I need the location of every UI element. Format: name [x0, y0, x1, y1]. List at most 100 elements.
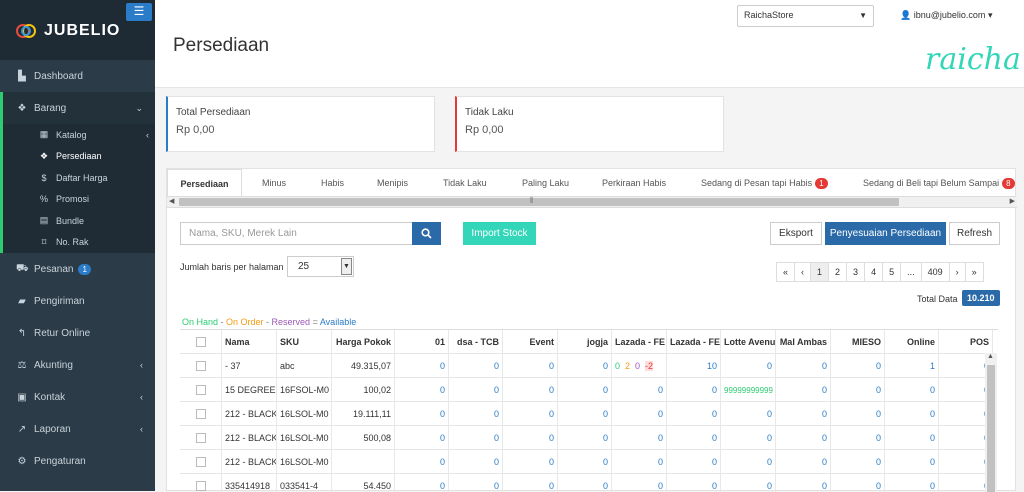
- select-cell[interactable]: [180, 354, 222, 378]
- page-link[interactable]: 3: [846, 262, 866, 282]
- tab-label: Tidak Laku: [443, 178, 487, 188]
- store-signature-logo: raicha: [925, 42, 1021, 77]
- page-link[interactable]: 5: [882, 262, 902, 282]
- select-cell[interactable]: [180, 330, 222, 354]
- sidebar-item-katalog[interactable]: ▦ Katalog ‹: [0, 124, 155, 146]
- page-link[interactable]: 2: [828, 262, 848, 282]
- tab-sedang-dipesan[interactable]: Sedang di Pesan tapi Habis 1: [701, 178, 828, 189]
- select-cell[interactable]: [180, 450, 222, 474]
- page-link[interactable]: «: [776, 262, 796, 282]
- sidebar-item-no-rak[interactable]: ⌑ No. Rak: [0, 231, 155, 253]
- tab-persediaan[interactable]: Persediaan: [167, 169, 242, 196]
- tab-perkiraan-habis[interactable]: Perkiraan Habis: [602, 178, 666, 188]
- export-button[interactable]: Eksport: [770, 222, 822, 245]
- table-row[interactable]: 15 DEGREE 16FSOL-M0 100,02 0 0 0 0 0 0 9999999999…: [180, 378, 993, 402]
- cell-value: abc: [280, 361, 295, 371]
- sidebar-item-akunting[interactable]: ⚖ Akunting ‹: [0, 349, 155, 381]
- table-cell: 0: [503, 402, 558, 426]
- table-cell: 0: [667, 378, 721, 402]
- chevron-left-icon: ‹: [140, 424, 143, 434]
- page-link[interactable]: ›: [948, 262, 966, 282]
- tab-label: Paling Laku: [522, 178, 570, 188]
- select-cell[interactable]: [180, 426, 222, 450]
- table-row[interactable]: - 37abc49.315,070000020-21000010: [180, 354, 993, 378]
- sidebar-item-laporan[interactable]: ↗ Laporan ‹: [0, 413, 155, 445]
- tab-minus[interactable]: Minus: [262, 178, 286, 188]
- sidebar-item-retur-online[interactable]: ↰ Retur Online: [0, 317, 155, 349]
- table-cell: 0: [667, 402, 721, 426]
- tabs-scrollbar[interactable]: ◀ ⦀ ▶: [167, 196, 1017, 208]
- rows-per-page-select[interactable]: 25 ▼: [287, 256, 354, 277]
- cell-value: 0: [875, 481, 881, 491]
- tab-menipis[interactable]: Menipis: [377, 178, 408, 188]
- import-stock-button[interactable]: Import Stock: [463, 222, 536, 245]
- page-link[interactable]: »: [964, 262, 984, 282]
- scroll-right-icon[interactable]: ▶: [1010, 197, 1015, 205]
- table-cell: 0: [612, 378, 667, 402]
- search-button[interactable]: [412, 222, 441, 245]
- cell-value: 0: [493, 433, 499, 443]
- table-vertical-scrollbar[interactable]: ▲: [985, 353, 997, 492]
- sidebar-item-label: Laporan: [34, 423, 71, 435]
- row-checkbox[interactable]: [195, 409, 206, 419]
- tab-label: Habis: [321, 178, 345, 188]
- tab-habis[interactable]: Habis: [321, 178, 344, 188]
- sidebar-item-daftar-harga[interactable]: $ Daftar Harga: [0, 167, 155, 189]
- sidebar-item-pengaturan[interactable]: ⚙ Pengaturan: [0, 445, 155, 477]
- cubes-icon: ❖: [17, 102, 27, 114]
- row-checkbox[interactable]: [195, 385, 206, 395]
- row-checkbox[interactable]: [195, 361, 206, 371]
- page-link[interactable]: 1: [810, 262, 830, 282]
- sidebar-item-promosi[interactable]: % Promosi: [0, 188, 155, 210]
- legend-item: Available: [319, 317, 357, 327]
- cell-value: 0: [493, 361, 499, 371]
- sidebar-item-label: Persediaan: [56, 151, 102, 162]
- select-cell[interactable]: [180, 474, 222, 492]
- row-checkbox[interactable]: [195, 433, 206, 443]
- page-link[interactable]: ...: [900, 262, 922, 282]
- sidebar-item-bundle[interactable]: ▤ Bundle: [0, 210, 155, 232]
- table-cell: 0: [885, 474, 939, 492]
- tab-paling-laku[interactable]: Paling Laku: [522, 178, 569, 188]
- sidebar-item-dashboard[interactable]: ▙ Dashboard: [0, 60, 155, 92]
- sidebar-item-persediaan[interactable]: ❖ Persediaan: [0, 145, 155, 167]
- table-cell: abc: [277, 354, 332, 378]
- sidebar-item-pengiriman[interactable]: ▰ Pengiriman: [0, 285, 155, 317]
- page-link[interactable]: 4: [864, 262, 884, 282]
- cell-value: 0: [657, 385, 663, 395]
- table-row[interactable]: 212 - BLACK16LSOL-M000000000000: [180, 450, 993, 474]
- user-menu[interactable]: 👤 ibnu@jubelio.com ▾: [900, 10, 992, 21]
- column-header: Event: [503, 330, 558, 354]
- select-cell[interactable]: [180, 378, 222, 402]
- sidebar-item-label: Kontak: [34, 391, 66, 403]
- scroll-up-icon[interactable]: ▲: [987, 353, 994, 360]
- row-checkbox[interactable]: [195, 481, 206, 491]
- cell-value: 0: [711, 457, 717, 467]
- menu-toggle-button[interactable]: ☰: [126, 3, 152, 21]
- tab-sedang-dibeli[interactable]: Sedang di Beli tapi Belum Sampai 8: [863, 178, 1015, 189]
- brand[interactable]: JUBELIO: [16, 22, 120, 40]
- select-cell[interactable]: [180, 402, 222, 426]
- page-link[interactable]: ‹: [794, 262, 812, 282]
- sidebar-item-kontak[interactable]: ▣ Kontak ‹: [0, 381, 155, 413]
- column-header: Mal Ambas: [776, 330, 831, 354]
- row-checkbox[interactable]: [195, 337, 206, 347]
- tab-tidak-laku[interactable]: Tidak Laku: [443, 178, 487, 188]
- store-select[interactable]: RaichaStore ▼: [737, 5, 874, 27]
- table-row[interactable]: 212 - BLACK16LSOL-M0500,0800000000000: [180, 426, 993, 450]
- scrollbar-thumb[interactable]: [987, 365, 995, 492]
- table-row[interactable]: 335414918033541-454.45000000000000: [180, 474, 993, 492]
- row-checkbox[interactable]: [195, 457, 206, 467]
- legend-item: =: [310, 317, 320, 327]
- table-row[interactable]: 212 - BLACK16LSOL-M019.111,1100000000000: [180, 402, 993, 426]
- stock-adjustment-button[interactable]: Penyesuaian Persediaan: [825, 222, 946, 245]
- refresh-button[interactable]: Refresh: [949, 222, 1000, 245]
- page-link[interactable]: 409: [920, 262, 950, 282]
- search-input[interactable]: Nama, SKU, Merek Lain: [180, 222, 412, 245]
- sidebar-item-pesanan[interactable]: ⛟ Pesanan 1: [0, 253, 155, 285]
- sidebar-item-barang[interactable]: ❖ Barang ⌄: [0, 92, 155, 124]
- scroll-left-icon[interactable]: ◀: [169, 197, 174, 205]
- cell-value: 16LSOL-M0: [280, 457, 329, 467]
- scrollbar-thumb[interactable]: [179, 198, 899, 206]
- cell-value: 10: [706, 361, 717, 371]
